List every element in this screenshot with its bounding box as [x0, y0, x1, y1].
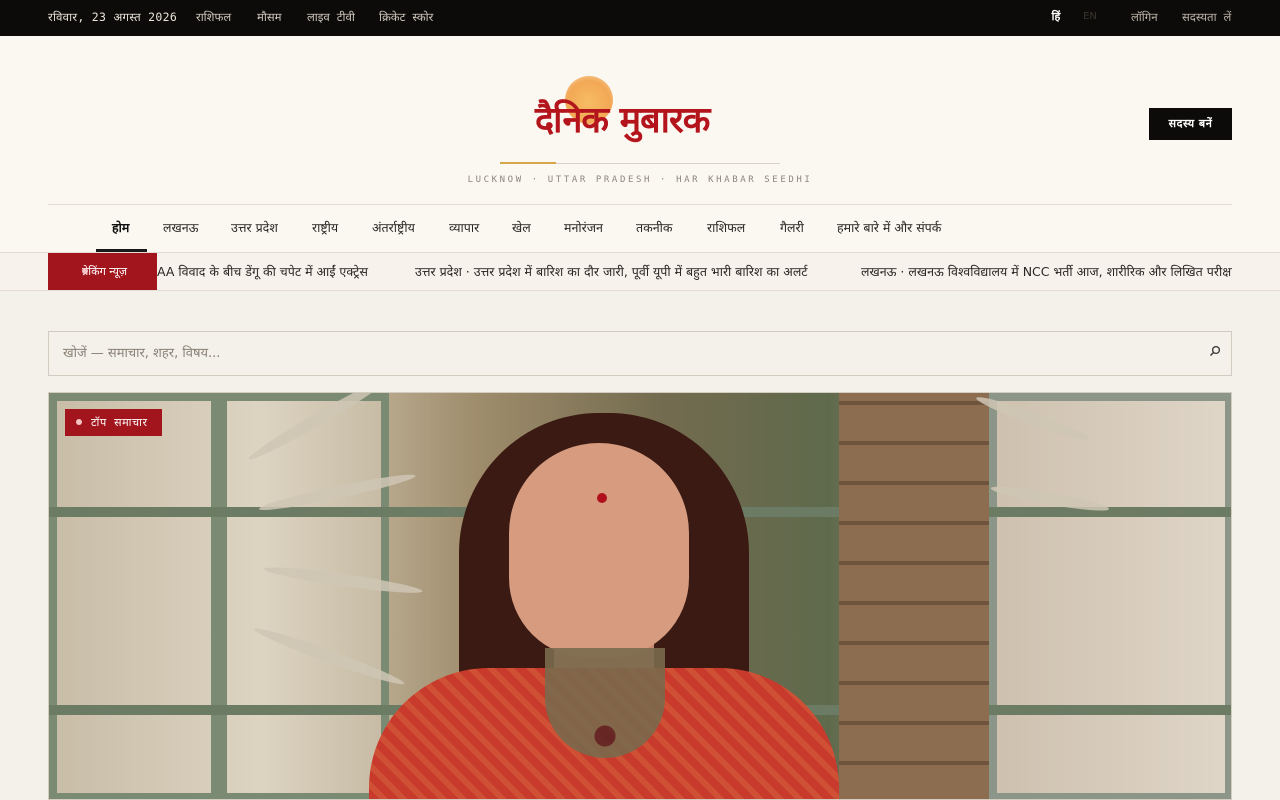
nav-item-gallery[interactable]: गैलरी [780, 219, 804, 236]
breaking-news-label: ब्रेकिंग न्यूज़ [48, 253, 157, 290]
language-hindi-button[interactable]: हिं [1043, 6, 1069, 28]
site-tagline: LUCKNOW · UTTAR PRADESH · HAR KHABAR SEE… [467, 175, 813, 185]
nav-item-international[interactable]: अंतर्राष्ट्रीय [372, 219, 415, 236]
nav-active-indicator [96, 249, 147, 252]
logo-wordmark: दैनिक मुबारक [535, 100, 710, 141]
live-dot-icon [82, 268, 88, 274]
nav-item-sports[interactable]: खेल [512, 219, 531, 236]
main-navigation: होम लखनऊ उत्तर प्रदेश राष्ट्रीय अंतर्राष… [48, 205, 1232, 252]
nav-item-business[interactable]: व्यापार [449, 219, 479, 236]
top-utility-bar: रविवार, 23 अगस्त 2026 राशिफल मौसम लाइव ट… [0, 0, 1280, 36]
nav-item-uttar-pradesh[interactable]: उत्तर प्रदेश [231, 219, 278, 236]
nav-item-lucknow[interactable]: लखनऊ [163, 219, 198, 236]
become-member-button[interactable]: सदस्य बनें [1149, 108, 1232, 140]
hero-story-image[interactable]: टॉप समाचार [48, 392, 1232, 800]
subscribe-link[interactable]: सदस्यता लें [1182, 10, 1231, 25]
topbar-link-live-tv[interactable]: लाइव टीवी [307, 10, 355, 25]
top-news-badge: टॉप समाचार [65, 409, 162, 436]
hero-person-photo [369, 413, 839, 799]
search-bar [48, 331, 1232, 376]
login-link[interactable]: लॉगिन [1131, 10, 1158, 25]
nav-item-horoscope[interactable]: राशिफल [707, 219, 745, 236]
nav-item-about-contact[interactable]: हमारे बारे में और संपर्क [837, 219, 941, 236]
nav-item-home[interactable]: होम [112, 219, 129, 236]
logo-divider-accent [500, 162, 556, 164]
ticker-item[interactable]: लखनऊ · लखनऊ विश्वविद्यालय में NCC भर्ती … [861, 263, 1232, 280]
topbar-link-rashifal[interactable]: राशिफल [196, 10, 231, 25]
search-icon[interactable] [1207, 345, 1223, 361]
nav-item-national[interactable]: राष्ट्रीय [312, 219, 338, 236]
ticker-item[interactable]: AA विवाद के बीच डेंगू की चपेट में आईं एक… [157, 263, 368, 280]
topbar-link-weather[interactable]: मौसम [257, 10, 282, 25]
nav-item-technology[interactable]: तकनीक [636, 219, 673, 236]
ticker-track: AA विवाद के बीच डेंगू की चपेट में आईं एक… [157, 253, 1232, 290]
current-date: रविवार, 23 अगस्त 2026 [48, 10, 178, 24]
nav-item-entertainment[interactable]: मनोरंजन [564, 219, 603, 236]
masthead: दैनिक मुबारक LUCKNOW · UTTAR PRADESH · H… [0, 36, 1280, 253]
search-input[interactable] [63, 332, 1183, 375]
site-logo[interactable]: दैनिक मुबारक [535, 74, 750, 146]
language-english-button[interactable]: EN [1075, 6, 1105, 28]
ticker-item[interactable]: उत्तर प्रदेश · उत्तर प्रदेश में बारिश का… [415, 263, 808, 280]
badge-dot-icon [76, 419, 82, 425]
breaking-news-ticker: ब्रेकिंग न्यूज़ AA विवाद के बीच डेंगू की… [0, 253, 1280, 291]
topbar-link-cricket-score[interactable]: क्रिकेट स्कोर [379, 10, 433, 25]
